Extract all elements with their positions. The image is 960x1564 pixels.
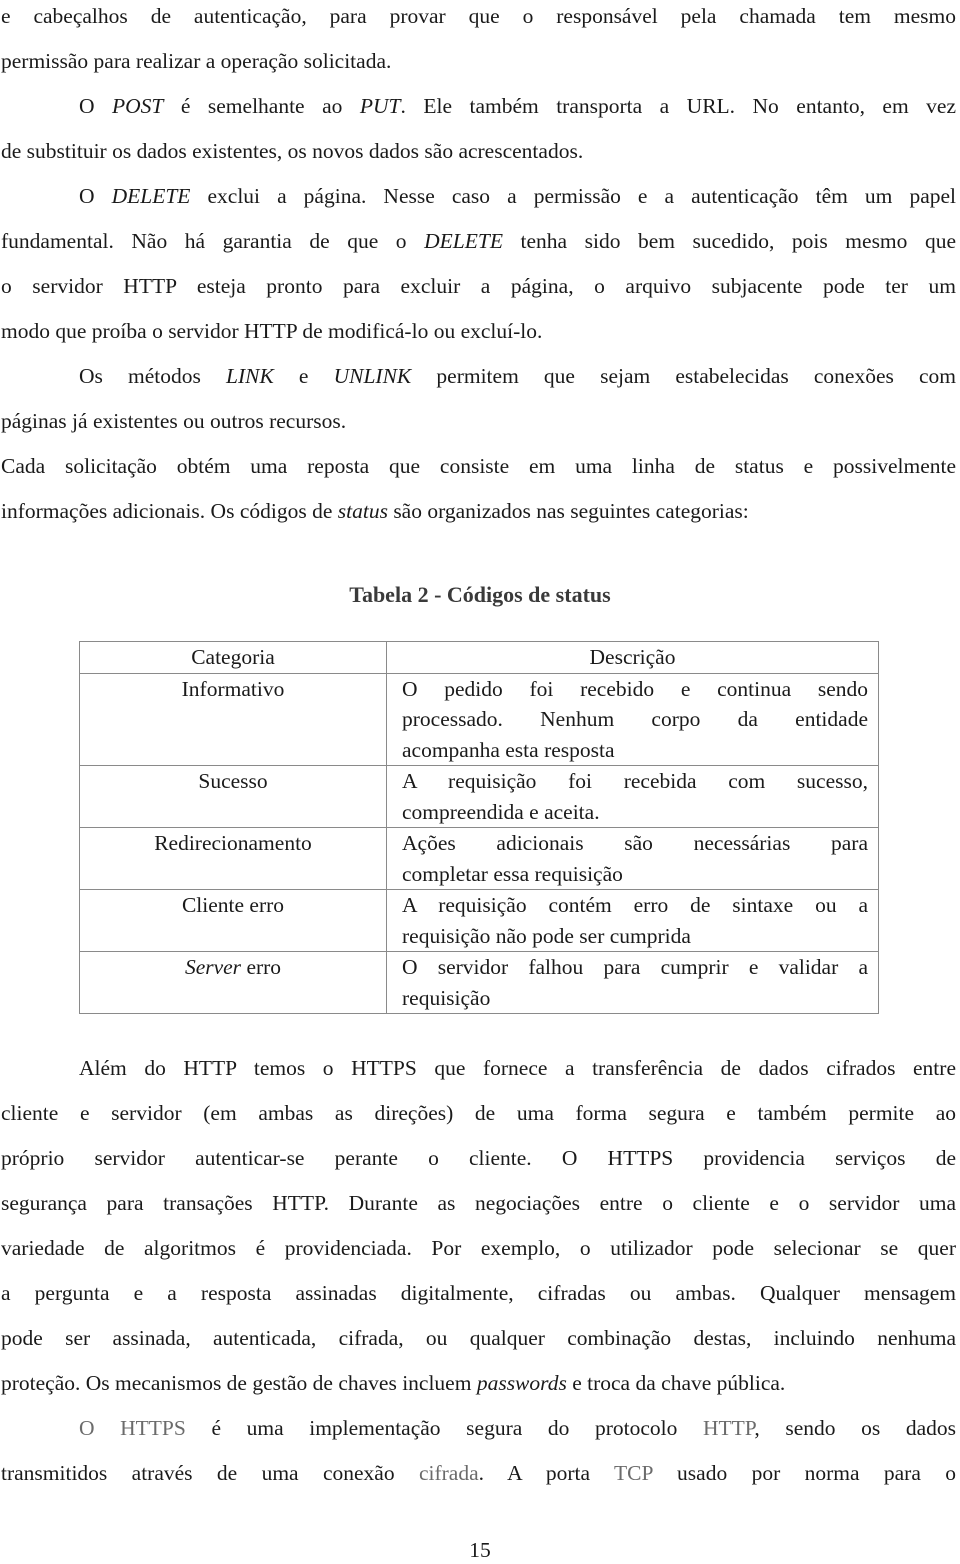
category-text: Sucesso (198, 769, 268, 793)
description-line: O pedido foi recebido e continua sendo (402, 676, 868, 701)
description-line: O servidor falhou para cumprir e validar… (402, 955, 868, 979)
text-segment: tenha sido bem sucedido, pois mesmo que (502, 229, 957, 253)
description-line: completar essa requisição (402, 861, 623, 886)
text-segment: transmitidos através de uma conexão (1, 1461, 419, 1485)
link-https[interactable]: O HTTPS (79, 1416, 186, 1440)
method-name-put: PUT (359, 94, 401, 118)
method-name-post: POST (112, 94, 164, 118)
term-passwords: passwords (476, 1371, 567, 1395)
paragraph-line: de substituir os dados existentes, os no… (1, 139, 584, 163)
paragraph-line: O POST é semelhante ao PUT. Ele também t… (1, 92, 956, 120)
text-segment: e (273, 364, 334, 388)
link-tcp[interactable]: TCP (614, 1461, 653, 1485)
paragraph-line: variedade de algoritmos é providenciada.… (1, 1236, 956, 1260)
text-segment: , sendo os dados (754, 1416, 957, 1440)
paragraph-line: informações adicionais. Os códigos de st… (1, 497, 956, 525)
text-segment: O (79, 94, 113, 118)
description-cell: Ações adicionais são necessárias para co… (386, 827, 879, 890)
description-cell: A requisição foi recebida com sucesso, c… (386, 765, 879, 828)
paragraph-line: permissão para realizar a operação solic… (1, 49, 392, 73)
method-name-delete: DELETE (111, 184, 191, 208)
table-row: Server erro O servidor falhou para cumpr… (79, 951, 879, 1014)
text-segment: . A porta (478, 1461, 615, 1485)
description-line: A requisição contém erro de sintaxe ou a (402, 893, 868, 917)
text-segment: são organizados nas seguintes categorias… (387, 499, 749, 523)
column-header-category: Categoria (79, 641, 387, 674)
document-page: e cabeçalhos de autenticação, para prova… (0, 0, 960, 1564)
table-row: Informativo O pedido foi recebido e cont… (79, 672, 879, 766)
status-codes-table: Categoria Descrição Informativo O pedido… (79, 641, 879, 1014)
text-segment: . Ele também transporta a URL. No entant… (400, 94, 957, 118)
text-segment: fundamental. Não há garantia de que o (1, 229, 425, 253)
description-line: compreendida e aceita. (402, 799, 600, 824)
link-http[interactable]: HTTP (703, 1416, 754, 1440)
text-segment: usado por norma para o (652, 1461, 956, 1485)
description-cell: O pedido foi recebido e continua sendo p… (386, 672, 879, 766)
paragraph-line: transmitidos através de uma conexão cifr… (1, 1459, 956, 1487)
paragraph-line: a pergunta e a resposta assinadas digita… (1, 1281, 956, 1305)
text-segment: proteção. Os mecanismos de gestão de cha… (1, 1371, 477, 1395)
table-caption: Tabela 2 - Códigos de status (349, 582, 611, 607)
paragraph-line: modo que proíba o servidor HTTP de modif… (1, 319, 543, 343)
description-line: acompanha esta resposta (402, 737, 615, 762)
method-name-unlink: UNLINK (333, 364, 412, 388)
table-row: Redirecionamento Ações adicionais são ne… (79, 827, 879, 890)
description-cell: O servidor falhou para cumprir e validar… (386, 951, 879, 1014)
column-header-description: Descrição (386, 641, 879, 674)
category-text: Informativo (181, 676, 285, 701)
paragraph-line: proteção. Os mecanismos de gestão de cha… (1, 1369, 956, 1397)
table-header-row: Categoria Descrição (79, 641, 879, 674)
paragraph-line: fundamental. Não há garantia de que o DE… (1, 227, 956, 255)
category-cell: Informativo (79, 672, 387, 766)
paragraph-line: Os métodos LINK e UNLINK permitem que se… (1, 362, 956, 390)
page-number: 15 (469, 1538, 491, 1562)
text-segment: é uma implementação segura do protocolo (185, 1416, 703, 1440)
description-line: Ações adicionais são necessárias para (402, 831, 868, 855)
text-segment: permitem que sejam estabelecidas conexõe… (411, 364, 957, 388)
paragraph-line: próprio servidor autenticar-se perante o… (1, 1146, 956, 1170)
text-segment: Os métodos (79, 364, 226, 388)
category-italic: Server (184, 955, 242, 979)
category-text: Cliente erro (181, 893, 285, 917)
paragraph-line: pode ser assinada, autenticada, cifrada,… (1, 1326, 956, 1350)
paragraph-line: páginas já existentes ou outros recursos… (1, 409, 347, 433)
text-segment: O (79, 184, 112, 208)
description-line: processado. Nenhum corpo da entidade (402, 707, 868, 731)
text-segment: é semelhante ao (163, 94, 360, 118)
paragraph-line: segurança para transações HTTP. Durante … (1, 1191, 956, 1215)
table-row: Cliente erro A requisição contém erro de… (79, 889, 879, 952)
table-row: Sucesso A requisição foi recebida com su… (79, 765, 879, 828)
paragraph-line: O DELETE exclui a página. Nesse caso a p… (1, 182, 956, 210)
category-cell: Sucesso (79, 765, 387, 828)
link-cifrada[interactable]: cifrada (419, 1461, 479, 1485)
category-text: Redirecionamento (154, 831, 312, 855)
description-line: requisição (402, 985, 491, 1010)
text-segment: informações adicionais. Os códigos de (1, 499, 338, 523)
description-line: requisição não pode ser cumprida (402, 923, 691, 948)
term-status: status (337, 499, 388, 523)
category-cell: Redirecionamento (79, 827, 387, 890)
method-name-link: LINK (226, 364, 274, 388)
category-cell: Server erro (79, 951, 387, 1014)
category-cell: Cliente erro (79, 889, 387, 952)
paragraph-line: O HTTPS é uma implementação segura do pr… (1, 1414, 956, 1442)
paragraph-line: Além do HTTP temos o HTTPS que fornece a… (79, 1056, 956, 1080)
paragraph-line: o servidor HTTP esteja pronto para exclu… (1, 274, 956, 298)
text-segment: exclui a página. Nesse caso a permissão … (190, 184, 957, 208)
description-line: A requisição foi recebida com sucesso, (402, 769, 868, 793)
paragraph-line: cliente e servidor (em ambas as direções… (1, 1101, 956, 1125)
description-cell: A requisição contém erro de sintaxe ou a… (386, 889, 879, 952)
paragraph-line: e cabeçalhos de autenticação, para prova… (1, 4, 956, 28)
text-segment: e troca da chave pública. (566, 1371, 786, 1395)
paragraph-line: Cada solicitação obtém uma reposta que c… (1, 454, 956, 478)
method-name-delete: DELETE (424, 229, 503, 253)
category-text: erro (241, 955, 282, 979)
